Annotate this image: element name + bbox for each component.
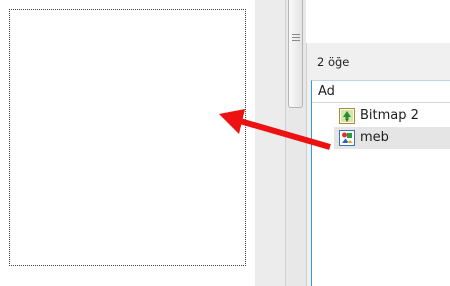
drag-arrow-icon [219, 109, 331, 150]
